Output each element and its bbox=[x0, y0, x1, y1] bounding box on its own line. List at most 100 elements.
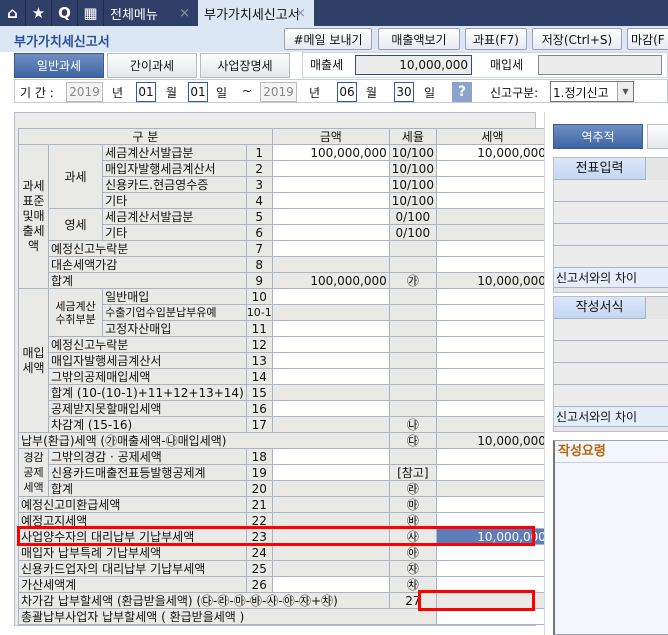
amount-cell[interactable] bbox=[271, 224, 390, 241]
amount-cell[interactable] bbox=[271, 240, 390, 257]
amount-cell[interactable] bbox=[271, 464, 390, 481]
tax-cell[interactable] bbox=[435, 256, 549, 273]
rate-cell bbox=[388, 288, 437, 305]
home-icon[interactable]: ⌂ bbox=[0, 0, 26, 26]
tax-cell[interactable] bbox=[435, 512, 549, 529]
form-diff-label: 신고서와의 차이 bbox=[554, 407, 668, 427]
amount-cell[interactable] bbox=[271, 448, 390, 465]
tax-cell[interactable] bbox=[435, 464, 549, 481]
table-row: 그밖의공제매입세액 14 bbox=[19, 368, 549, 385]
amount-cell[interactable] bbox=[271, 576, 390, 593]
tax-cell[interactable] bbox=[435, 240, 549, 257]
amount-cell[interactable] bbox=[271, 368, 390, 385]
tax-cell[interactable] bbox=[435, 560, 549, 577]
table-row: 납부(환급)세액 (㉮매출세액-㉯매입세액) ㉰ 10,000,000 bbox=[18, 432, 549, 449]
tax-cell[interactable] bbox=[435, 448, 549, 465]
row-label: 신용카드.현금영수증 bbox=[102, 176, 247, 193]
tax-cell[interactable] bbox=[435, 336, 549, 353]
row-no: 10-1 bbox=[245, 304, 273, 321]
form-box: 작성서식 신고서와의 차이 bbox=[553, 296, 668, 432]
row-label: 납부(환급)세액 (㉮매출세액-㉯매입세액) bbox=[18, 432, 390, 449]
row-no: 24 bbox=[245, 544, 273, 561]
tax-cell[interactable] bbox=[435, 608, 549, 625]
tax-cell[interactable] bbox=[435, 368, 549, 385]
row-label: 일반매입 bbox=[102, 288, 247, 305]
row-no: 2 bbox=[245, 160, 273, 177]
tab-vat-return[interactable]: 부가가치세신고서 × bbox=[198, 0, 314, 26]
amount-cell bbox=[271, 416, 390, 433]
amount-cell[interactable] bbox=[271, 336, 390, 353]
chevron-down-icon[interactable]: ▼ bbox=[617, 82, 633, 101]
tax-cell[interactable] bbox=[435, 400, 549, 417]
sales-tax-field: 10,000,000 bbox=[355, 55, 472, 75]
search-icon[interactable]: Q bbox=[52, 0, 78, 26]
tax-cell-selected[interactable]: 10,000,000 bbox=[435, 528, 549, 545]
rate-cell: ㉷ bbox=[388, 576, 437, 593]
tilde: ~ bbox=[242, 84, 253, 98]
from-year-input[interactable]: 2019 bbox=[66, 82, 103, 102]
table-row: 매입자 납부특례 기납부세액 24 ㉵ bbox=[18, 544, 549, 561]
amount-cell[interactable] bbox=[271, 160, 390, 177]
row-label: 합계 bbox=[48, 480, 247, 497]
help-icon[interactable]: ? bbox=[452, 82, 472, 102]
tab-general-tax[interactable]: 일반과세 bbox=[14, 53, 104, 78]
report-type-select[interactable]: 1.정기신고 ▼ bbox=[550, 81, 634, 102]
amount-cell[interactable] bbox=[271, 176, 390, 193]
tax-cell[interactable] bbox=[435, 320, 549, 337]
tab-business-details[interactable]: 사업장명세 bbox=[200, 53, 290, 78]
amount-cell[interactable] bbox=[271, 288, 390, 305]
voucher-row bbox=[554, 202, 668, 224]
tax-cell[interactable] bbox=[435, 304, 549, 321]
from-day-input[interactable]: 01 bbox=[188, 82, 208, 102]
save-button[interactable]: 저장(Ctrl+S) bbox=[532, 28, 622, 50]
tax-cell[interactable] bbox=[435, 176, 549, 193]
amount-cell bbox=[271, 544, 390, 561]
tax-cell[interactable]: 10,000,000 bbox=[435, 144, 549, 161]
tax-cell[interactable] bbox=[435, 496, 549, 513]
rate-cell: ㉳ bbox=[388, 512, 437, 529]
amount-cell[interactable] bbox=[271, 208, 390, 225]
table-row: 신용카드업자의 대리납부 기납부세액 25 ㉶ bbox=[18, 560, 549, 577]
amount-cell[interactable] bbox=[271, 192, 390, 209]
tab-all-menu[interactable]: 전체메뉴 × bbox=[104, 0, 198, 26]
period-label: 기 간 : bbox=[20, 86, 54, 100]
tax-cell bbox=[435, 592, 549, 609]
month-unit: 월 bbox=[366, 86, 378, 100]
year-unit: 년 bbox=[112, 86, 124, 100]
amount-cell[interactable] bbox=[271, 352, 390, 369]
tax-cell[interactable] bbox=[435, 192, 549, 209]
calendar-icon[interactable]: ▦ bbox=[78, 0, 104, 26]
send-mail-button[interactable]: #메일 보내기 bbox=[284, 28, 372, 50]
tax-cell[interactable] bbox=[435, 352, 549, 369]
close-period-button[interactable]: 마감(F bbox=[627, 28, 668, 50]
star-icon[interactable]: ★ bbox=[26, 0, 52, 26]
tab-trace-back[interactable]: 역추적 bbox=[553, 124, 643, 149]
form-row bbox=[554, 363, 668, 385]
table-row: 총괄납부사업자 납부할세액 ( 환급받을세액 ) bbox=[18, 608, 549, 625]
tax-cell[interactable] bbox=[435, 576, 549, 593]
rate-cell bbox=[388, 240, 437, 257]
close-icon[interactable]: × bbox=[179, 6, 190, 21]
rate-cell: ㉶ bbox=[388, 560, 437, 577]
tab-next[interactable] bbox=[647, 124, 668, 149]
tax-cell[interactable] bbox=[435, 160, 549, 177]
row-no: 4 bbox=[245, 192, 273, 209]
tax-cell[interactable] bbox=[435, 544, 549, 561]
to-year-input[interactable]: 2019 bbox=[260, 82, 297, 102]
tax-cell: 10,000,000 bbox=[435, 272, 549, 289]
tab-simplified-tax[interactable]: 간이과세 bbox=[107, 53, 197, 78]
form-row bbox=[554, 319, 668, 341]
view-sales-button[interactable]: 매출액보기 bbox=[378, 28, 460, 50]
amount-cell[interactable]: 100,000,000 bbox=[271, 144, 390, 161]
tax-base-button[interactable]: 과표(F7) bbox=[465, 28, 527, 50]
from-month-input[interactable]: 01 bbox=[136, 82, 156, 102]
row-no: 22 bbox=[245, 512, 273, 529]
to-day-input[interactable]: 30 bbox=[394, 82, 414, 102]
tax-cell[interactable] bbox=[435, 288, 549, 305]
tax-cell bbox=[435, 480, 549, 497]
amount-cell[interactable] bbox=[271, 400, 390, 417]
amount-cell[interactable] bbox=[271, 320, 390, 337]
to-month-input[interactable]: 06 bbox=[337, 82, 357, 102]
close-icon[interactable]: × bbox=[295, 6, 306, 21]
rate-cell bbox=[388, 256, 437, 273]
